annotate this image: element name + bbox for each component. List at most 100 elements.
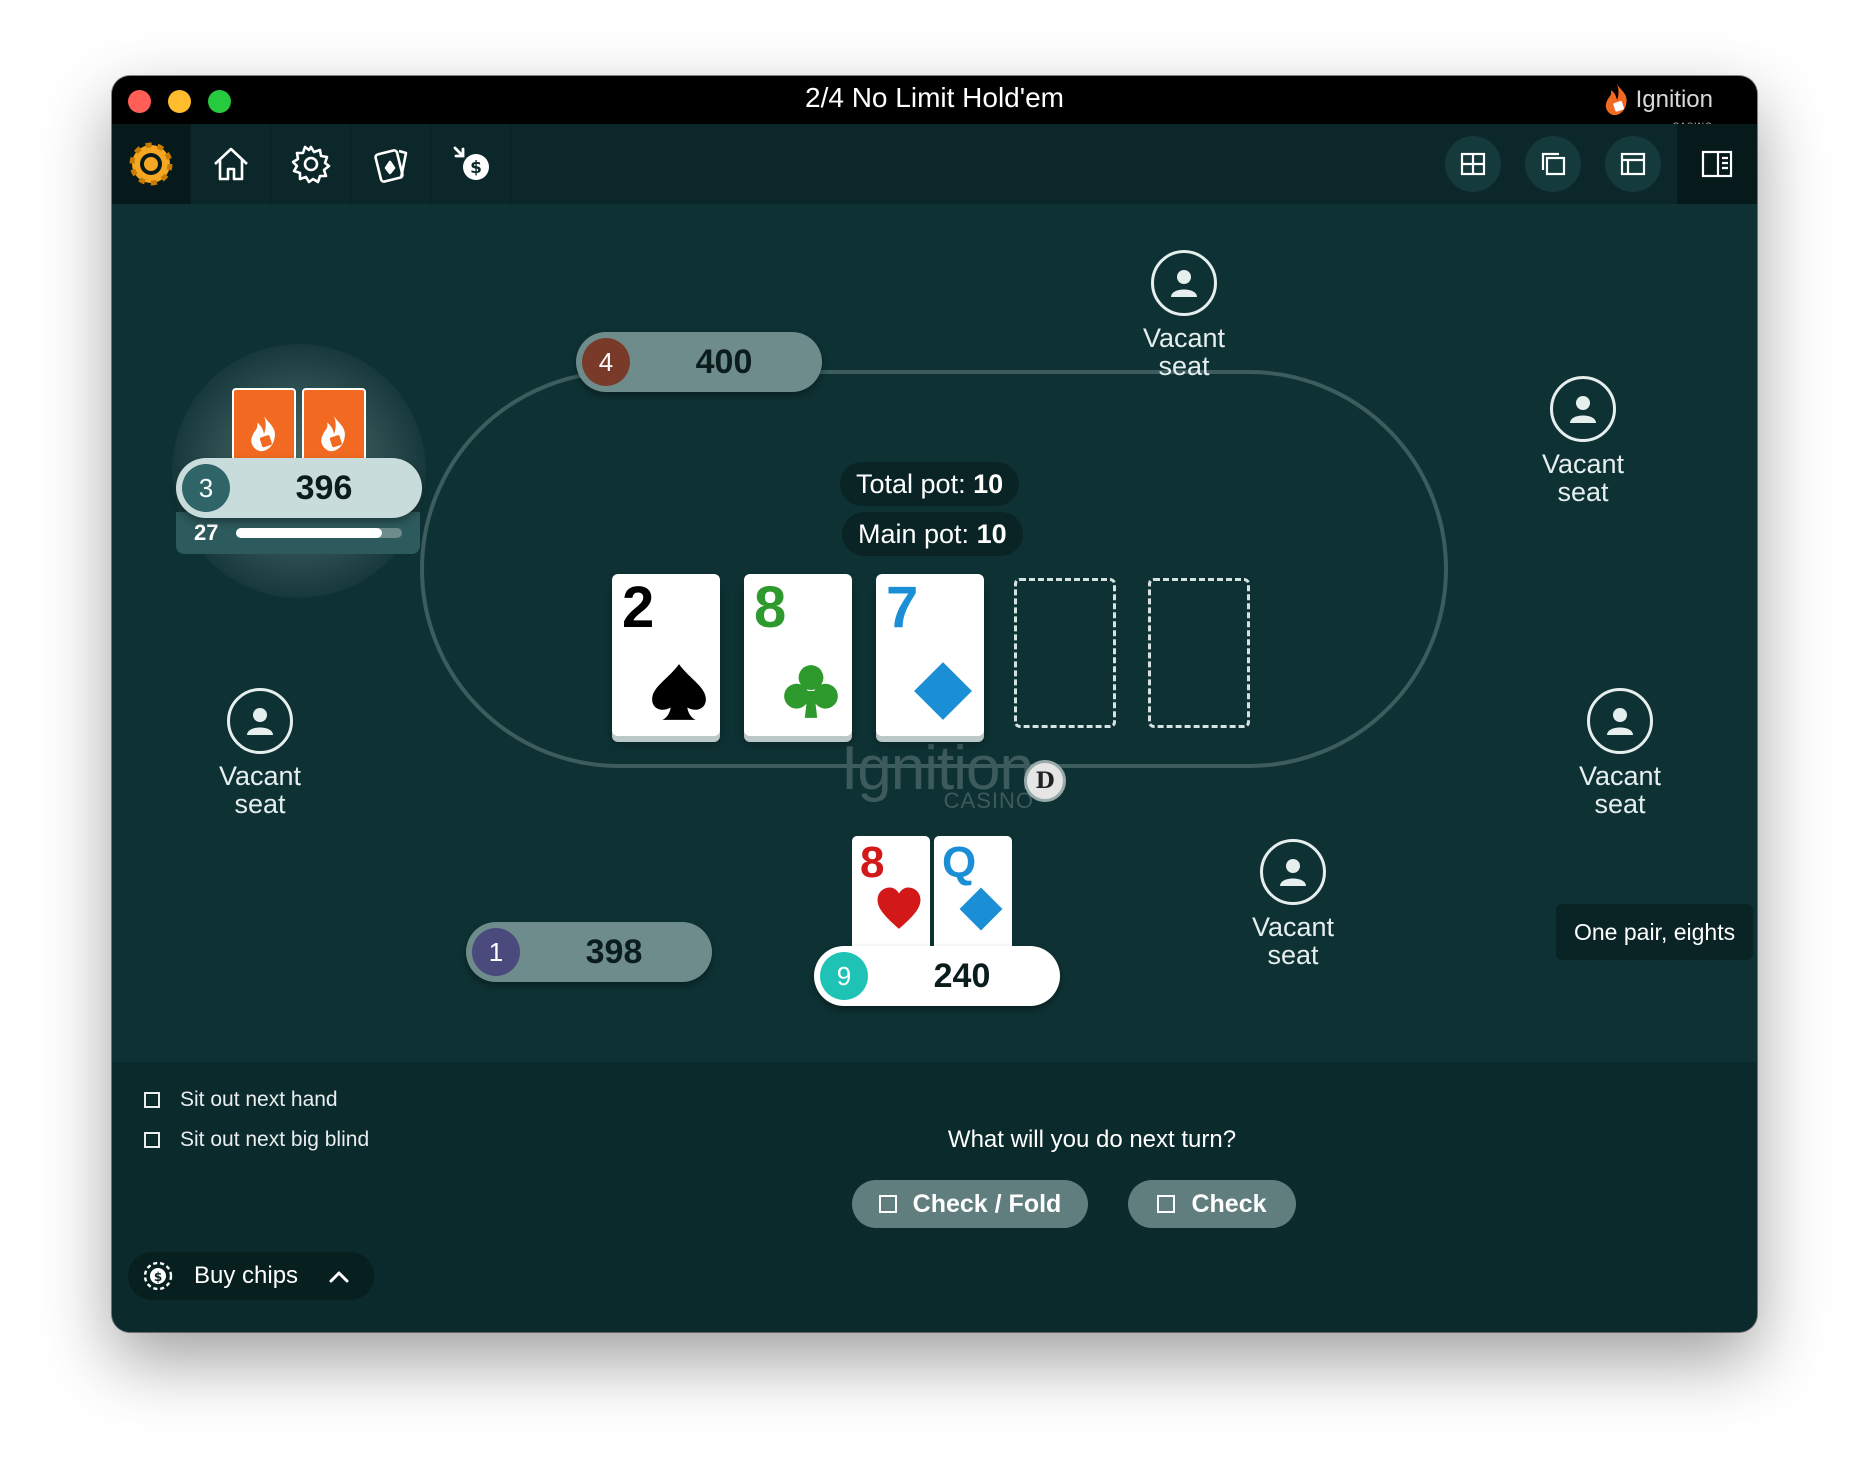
check-button[interactable]: Check — [1128, 1180, 1296, 1228]
main-pot-label: Main pot: — [858, 519, 970, 549]
poker-window: 2/4 No Limit Hold'em Ignition CASINO — [112, 76, 1757, 1332]
title-bar: 2/4 No Limit Hold'em Ignition CASINO — [112, 76, 1757, 131]
vacant-seat-top[interactable]: Vacant seat — [1114, 250, 1254, 380]
vacant-seat-bottom-right-line1: Vacant — [1251, 912, 1335, 942]
seat-3-timer: 27 — [176, 512, 420, 554]
seat-9-plate[interactable]: 9 240 — [814, 946, 1060, 1006]
sit-out-next-hand-label: Sit out next hand — [180, 1088, 338, 1111]
total-pot: Total pot: 10 — [840, 462, 1020, 506]
home-button[interactable] — [192, 124, 271, 204]
vacant-seat-bottom-right-avatar — [1260, 839, 1326, 905]
vacant-seat-bottom-right[interactable]: Vacant seat — [1223, 839, 1363, 969]
svg-text:$: $ — [154, 1270, 162, 1284]
tile-tables-button[interactable] — [1445, 136, 1501, 192]
seat-3-timer-track — [236, 528, 402, 538]
board-card-1: 2 — [612, 574, 720, 736]
vacant-seat-top-line2: seat — [1158, 351, 1210, 381]
window-layout-icon — [1620, 152, 1646, 176]
cards-icon — [374, 149, 408, 183]
settings-button[interactable] — [272, 124, 351, 204]
svg-text:$: $ — [470, 158, 482, 178]
club-icon — [784, 665, 838, 718]
brand-name: Ignition — [1635, 86, 1713, 113]
brand-logo: Ignition CASINO — [1602, 80, 1713, 131]
side-panel-button[interactable] — [1677, 124, 1757, 204]
flame-icon — [1605, 84, 1627, 116]
main-pot-value: 10 — [976, 519, 1007, 549]
flame-icon — [321, 415, 345, 452]
sit-out-big-blind-checkbox[interactable] — [144, 1132, 160, 1148]
sit-out-big-blind-option[interactable]: Sit out next big blind — [144, 1128, 369, 1152]
vacant-seat-bottom-right-line2: seat — [1267, 940, 1319, 970]
grid-layout-icon — [1460, 152, 1486, 176]
seat-9-stack: 240 — [933, 957, 991, 995]
board-card-2: 8 — [744, 574, 852, 736]
seat-4-plate[interactable]: 4 400 — [576, 332, 822, 392]
diamond-icon — [914, 662, 972, 720]
river-card-placeholder — [1148, 578, 1250, 728]
check-checkbox — [1157, 1195, 1176, 1213]
person-icon — [1570, 396, 1596, 423]
vacant-seat-upper-right-avatar — [1550, 376, 1616, 442]
diamond-icon — [959, 887, 1003, 931]
vacant-seat-upper-right-line2: seat — [1557, 477, 1609, 507]
gear-icon — [291, 145, 331, 184]
side-panel-icon — [1701, 150, 1733, 178]
dealer-button: D — [1024, 760, 1066, 802]
vacant-seat-left-avatar — [227, 688, 293, 754]
dollar-coin-icon: $ — [143, 1261, 173, 1291]
seat-3-stack: 396 — [295, 469, 353, 507]
flame-icon — [251, 415, 275, 452]
seat-1-plate[interactable]: 1 398 — [466, 922, 712, 982]
hand-history-button[interactable] — [352, 124, 431, 204]
vacant-seat-left-line1: Vacant — [218, 761, 302, 791]
table-logo: Ignition CASINO — [832, 738, 1042, 812]
vacant-seat-upper-right[interactable]: Vacant seat — [1513, 376, 1653, 506]
chip-icon — [129, 142, 173, 186]
heart-icon — [877, 887, 921, 929]
vacant-seat-lower-right[interactable]: Vacant seat — [1550, 688, 1690, 818]
lobby-chip-button[interactable] — [112, 124, 191, 204]
seat-1-number: 1 — [472, 928, 520, 976]
vacant-seat-lower-right-line1: Vacant — [1578, 761, 1662, 791]
board-card-1-rank: 2 — [622, 575, 655, 640]
turn-card-placeholder — [1014, 578, 1116, 728]
vacant-seat-top-avatar — [1151, 250, 1217, 316]
vacant-seat-top-line1: Vacant — [1142, 323, 1226, 353]
person-icon — [1280, 859, 1306, 886]
buy-chips-label: Buy chips — [194, 1262, 299, 1289]
person-icon — [1607, 708, 1633, 735]
hero-card-1-rank: 8 — [860, 838, 885, 887]
board-card-3-rank: 7 — [886, 575, 919, 640]
cashier-button[interactable]: $ — [432, 124, 511, 204]
hand-strength-badge: One pair, eights — [1556, 904, 1754, 960]
sit-out-next-hand-checkbox[interactable] — [144, 1092, 160, 1108]
seat-3-timer-fill — [236, 528, 383, 538]
seat-3-plate[interactable]: 3 396 — [176, 458, 422, 518]
window-layout-button[interactable] — [1605, 136, 1661, 192]
buy-chips-button[interactable]: $ Buy chips — [128, 1252, 374, 1300]
toolbar: $ — [112, 124, 1757, 204]
person-icon — [247, 708, 273, 735]
vacant-seat-lower-right-avatar — [1587, 688, 1653, 754]
seat-1-stack: 398 — [585, 933, 643, 971]
check-fold-button[interactable]: Check / Fold — [852, 1180, 1088, 1228]
total-pot-label: Total pot: — [856, 469, 966, 499]
board-card-2-rank: 8 — [754, 575, 787, 640]
chevron-up-icon — [329, 1271, 349, 1283]
seat-3-number: 3 — [182, 464, 230, 512]
sit-out-next-hand-option[interactable]: Sit out next hand — [144, 1088, 338, 1112]
seat-9-number: 9 — [820, 952, 868, 1000]
window-title: 2/4 No Limit Hold'em — [805, 82, 1064, 113]
total-pot-value: 10 — [973, 469, 1004, 499]
cascade-tables-button[interactable] — [1525, 136, 1581, 192]
table-logo-sub: CASINO — [943, 788, 1034, 813]
vacant-seat-lower-right-line2: seat — [1594, 789, 1646, 819]
vacant-seat-left[interactable]: Vacant seat — [190, 688, 330, 818]
check-fold-checkbox — [878, 1195, 897, 1213]
check-fold-label: Check / Fold — [912, 1189, 1062, 1218]
seat-4-number: 4 — [582, 338, 630, 386]
seat-3-timer-seconds: 27 — [194, 520, 219, 545]
hero-card-2-rank: Q — [942, 838, 977, 887]
seat-4-stack: 400 — [695, 343, 753, 381]
